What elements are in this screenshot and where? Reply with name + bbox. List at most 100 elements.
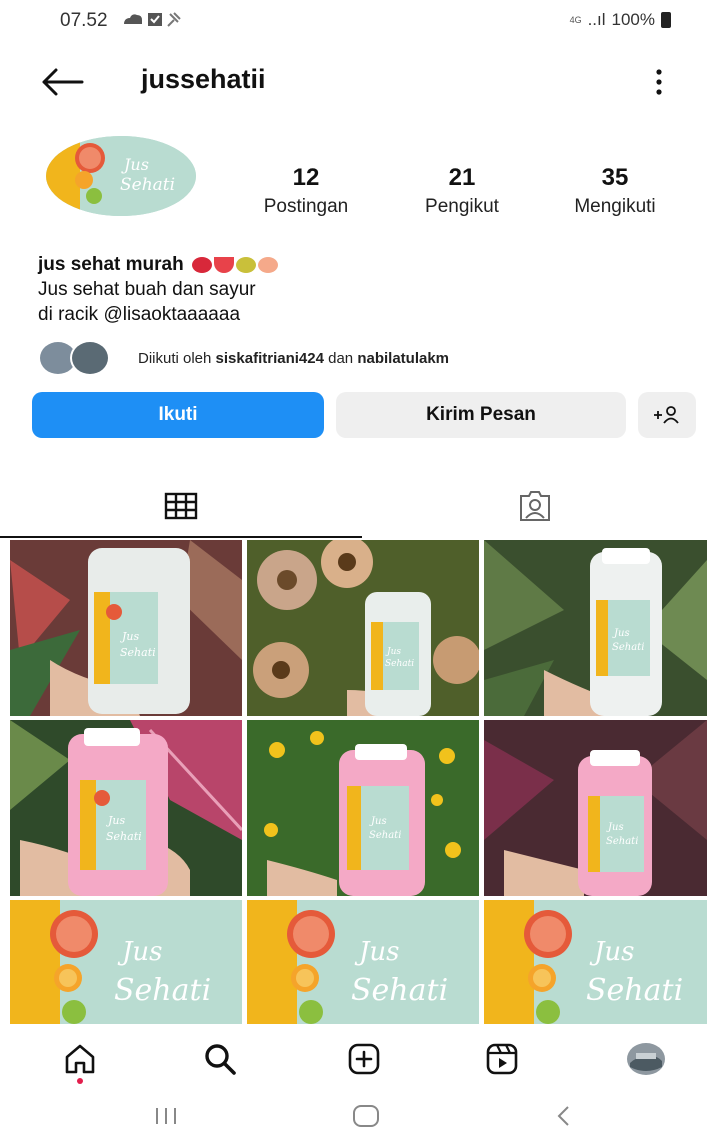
peach-icon	[257, 256, 278, 273]
follow-button[interactable]: Ikuti	[32, 392, 324, 438]
profile-username: jussehatii	[141, 64, 266, 94]
strawberry-icon	[191, 256, 212, 273]
svg-text:Sehati: Sehati	[612, 642, 644, 653]
reels-icon	[486, 1043, 518, 1075]
profile-stats: 12 Postingan 21 Pengikut 35 Mengikuti	[240, 164, 680, 224]
system-nav	[0, 1094, 707, 1138]
post-thumbnail[interactable]: Jus Sehati	[247, 540, 479, 716]
more-options-icon[interactable]	[647, 64, 671, 100]
following-count: 35	[601, 164, 629, 191]
svg-text:Sehati: Sehati	[606, 836, 638, 847]
tagged-person-icon	[519, 491, 550, 521]
watermelon-icon	[213, 256, 234, 273]
post-thumbnail[interactable]: Jus Sehati	[484, 540, 707, 716]
pineapple-icon	[235, 256, 256, 273]
fruit-emojis	[191, 256, 278, 273]
profile-avatar[interactable]: Jus Sehati	[46, 136, 196, 216]
post-thumbnail[interactable]: Jus Sehati	[247, 900, 479, 1024]
followers-label: Pengikut	[425, 196, 499, 217]
notification-icons	[122, 10, 202, 33]
bottom-nav	[0, 1030, 707, 1088]
svg-text:Jus: Jus	[385, 647, 401, 657]
status-right: 4G ..ıl 100%	[570, 10, 671, 30]
post-logo-title-2: Sehati	[586, 973, 683, 1008]
battery-icon	[661, 12, 671, 28]
post-thumbnail[interactable]: Jus Sehati	[484, 900, 707, 1024]
svg-text:Jus: Jus	[369, 816, 387, 827]
followed-by[interactable]: Diikuti oleh siskafitriani424 dan nabila…	[38, 338, 678, 378]
battery-label: 100%	[611, 10, 655, 29]
profile-tabs	[0, 476, 707, 538]
posts-count: 12	[292, 164, 320, 191]
avatar-title-2: Sehati	[120, 175, 175, 195]
following-label: Mengikuti	[574, 196, 656, 217]
svg-text:Sehati: Sehati	[106, 830, 142, 843]
tab-tagged[interactable]	[362, 476, 707, 536]
post-logo-title-2: Sehati	[351, 973, 448, 1008]
back-arrow-icon[interactable]	[38, 62, 86, 102]
profile-bio: jus sehat murah Jus sehat buah dan sayur…	[38, 252, 658, 327]
system-back-button[interactable]	[534, 1100, 594, 1132]
bio-name: jus sehat murah	[38, 254, 184, 275]
system-back-icon	[557, 1106, 569, 1126]
add-user-icon	[654, 406, 679, 424]
posts-grid: Jus Sehati Jus Sehati Jus Sehati Jus Seh…	[10, 540, 707, 1024]
cloud-icon	[124, 12, 181, 27]
system-home-icon	[353, 1105, 379, 1127]
post-thumbnail[interactable]: Jus Sehati	[10, 720, 242, 896]
nav-home[interactable]	[56, 1036, 104, 1082]
followed-by-text: Diikuti oleh siskafitriani424 dan nabila…	[138, 350, 449, 367]
recent-apps-button[interactable]	[136, 1100, 196, 1132]
home-icon	[65, 1044, 95, 1074]
posts-label: Postingan	[263, 196, 349, 217]
post-thumbnail[interactable]: Jus Sehati	[247, 720, 479, 896]
profile-header: jussehatii	[0, 52, 707, 112]
svg-text:Jus: Jus	[120, 630, 139, 643]
post-logo-title-2: Sehati	[114, 973, 211, 1008]
mutual-avatars	[38, 338, 130, 378]
status-bar: 07.52 4G ..ıl 100%	[0, 0, 707, 40]
post-thumbnail[interactable]: Jus Sehati	[484, 720, 707, 896]
post-logo-title-1: Jus	[589, 937, 635, 967]
profile-avatar-icon	[627, 1043, 665, 1075]
stat-following[interactable]: 35 Mengikuti	[552, 164, 678, 218]
followed-conj: dan	[328, 349, 354, 367]
bio-line-3[interactable]: di racik @lisaoktaaaaaa	[38, 302, 658, 327]
nav-profile[interactable]	[622, 1036, 670, 1082]
nav-reels[interactable]	[478, 1036, 526, 1082]
network-indicator: 4G	[569, 14, 582, 25]
recent-apps-icon	[156, 1108, 176, 1124]
post-thumbnail[interactable]: Jus Sehati	[10, 540, 242, 716]
svg-text:Sehati: Sehati	[385, 659, 414, 669]
bio-line-2: Jus sehat buah dan sayur	[38, 279, 256, 300]
message-button[interactable]: Kirim Pesan	[336, 392, 626, 438]
nav-create[interactable]	[340, 1036, 388, 1082]
svg-text:Jus: Jus	[606, 822, 624, 833]
profile-actions: Ikuti Kirim Pesan	[32, 392, 696, 438]
notification-dot	[77, 1078, 83, 1084]
tab-posts-grid[interactable]	[0, 476, 362, 538]
post-thumbnail[interactable]: Jus Sehati	[10, 900, 242, 1024]
signal-icon: ..ıl	[587, 10, 606, 29]
followed-user-2: nabilatulakm	[357, 349, 450, 367]
grid-icon	[164, 492, 198, 520]
suggest-users-button[interactable]	[638, 392, 696, 438]
svg-text:Jus: Jus	[612, 628, 630, 639]
bio-name-row: jus sehat murah	[38, 252, 658, 277]
post-logo-title-1: Jus	[354, 937, 400, 967]
followers-count: 21	[448, 164, 476, 191]
followed-prefix: Diikuti oleh	[138, 349, 212, 367]
stat-followers[interactable]: 21 Pengikut	[402, 164, 522, 218]
post-logo-title-1: Jus	[117, 937, 163, 967]
avatar-title-1: Jus	[121, 155, 149, 174]
status-time: 07.52	[60, 10, 108, 31]
nav-search[interactable]	[196, 1036, 244, 1082]
svg-text:Jus: Jus	[106, 814, 125, 827]
stat-posts[interactable]: 12 Postingan	[246, 164, 366, 218]
svg-text:Sehati: Sehati	[120, 646, 156, 659]
mutual-avatar	[70, 340, 110, 376]
svg-text:Sehati: Sehati	[369, 830, 401, 841]
followed-user-1: siskafitriani424	[215, 349, 324, 367]
search-icon	[205, 1044, 236, 1075]
system-home-button[interactable]	[336, 1100, 396, 1132]
